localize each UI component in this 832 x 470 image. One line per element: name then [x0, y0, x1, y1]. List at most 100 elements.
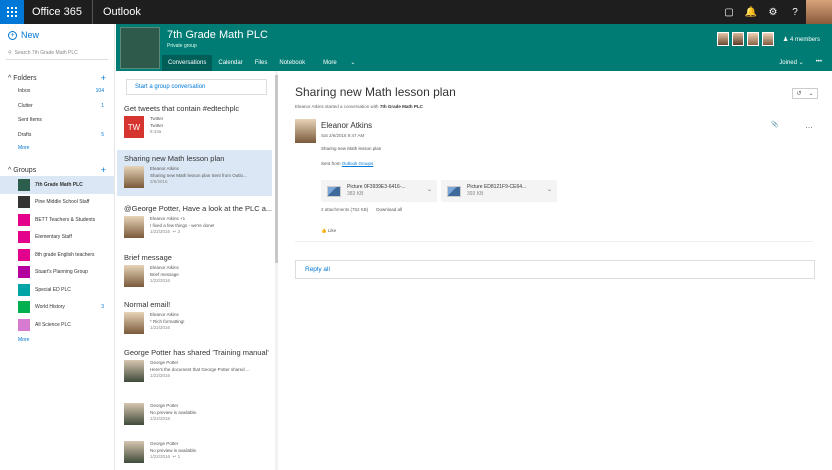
folder-item[interactable]: Sent Items [0, 113, 114, 128]
members[interactable]: ♟ 4 members [716, 32, 820, 46]
group-title: 7th Grade Math PLC [167, 29, 268, 41]
add-folder-icon[interactable]: + [101, 73, 106, 83]
help-icon[interactable]: ? [784, 0, 806, 24]
conversation-date: 1/22/2016 [150, 373, 171, 378]
sender-name[interactable]: Eleanor Atkins [321, 121, 372, 130]
tab-notebook[interactable]: Notebook [273, 55, 311, 71]
sender-avatar [124, 360, 144, 382]
group-item[interactable]: Special ED PLC [0, 281, 114, 299]
skype-icon[interactable]: ▢ [718, 0, 740, 24]
chevron-up-icon: ^ [8, 166, 12, 174]
tab-more[interactable]: More ⌄ [311, 55, 367, 71]
attachment-card[interactable]: Picture ED8121F9-CE64... 393 KB ⌄ [441, 180, 557, 202]
start-conversation-input[interactable]: Start a group conversation [126, 79, 267, 95]
conversation-title: @George Potter, Have a look at the PLC a… [124, 204, 272, 213]
conversation-date: 1/22/2016 [150, 416, 171, 421]
reading-actions[interactable]: ↺ ⌄ [792, 88, 818, 99]
message-date: Sat 2/6/2016 9:47 AM [321, 133, 365, 138]
list-scrollbar[interactable] [275, 71, 278, 470]
reply-all-box[interactable]: Reply all [295, 260, 815, 279]
app-launcher-icon[interactable] [0, 0, 24, 24]
new-button[interactable]: + New [0, 24, 114, 46]
gear-icon[interactable]: ⚙ [762, 0, 784, 24]
search-input[interactable]: ⚲ Search 7th Grade Math PLC [6, 46, 108, 60]
like-button[interactable]: 👍 Like [321, 228, 336, 234]
conversation-item[interactable]: George Potter No preview is available. 1/2… [124, 400, 272, 425]
add-group-icon[interactable]: + [101, 165, 106, 175]
reply-count-icon: ↩ [172, 229, 177, 234]
sender-avatar [124, 265, 144, 287]
group-icon [18, 248, 30, 261]
conversation-title: Get tweets that contain #edtechplc [124, 104, 240, 113]
group-icon [18, 178, 30, 191]
sender-avatar [124, 312, 144, 334]
download-all-link[interactable]: Download all [376, 207, 402, 212]
conversation-date: 1/22/2016 [150, 278, 171, 283]
conversation-date: 9:43a [150, 129, 162, 134]
group-item[interactable]: World History 3 [0, 299, 114, 317]
member-avatar [761, 32, 774, 46]
conversation-item[interactable]: George Potter No preview is available. 1/2… [124, 438, 272, 463]
chevron-down-icon[interactable]: ⌄ [427, 186, 432, 193]
tab-calendar[interactable]: Calendar [212, 55, 248, 71]
plus-icon: + [8, 30, 17, 40]
group-icon [18, 283, 30, 296]
sender-avatar [124, 166, 144, 188]
sender-avatar [295, 119, 316, 143]
conversation-title: Brief message [124, 253, 172, 262]
avatar[interactable] [806, 0, 832, 24]
group-image [120, 27, 160, 69]
conversation-started: Eleanor Atkins started a conversation wi… [295, 104, 423, 109]
conversation-item[interactable]: Get tweets that contain #edtechplc TW Twit… [124, 104, 272, 138]
folder-item[interactable]: Clutter 1 [0, 99, 114, 114]
conversation-date: 1/22/2016 [150, 229, 171, 234]
groups-more-link[interactable]: More [0, 334, 114, 346]
folder-item[interactable]: Drafts 5 [0, 128, 114, 143]
group-item[interactable]: All Science PLC [0, 316, 114, 334]
chevron-down-icon: ⌄ [798, 60, 804, 66]
conversation-item[interactable]: @George Potter, Have a look at the PLC a… [124, 204, 272, 238]
conversation-item[interactable]: Sharing new Math lesson plan Eleanor Atki… [117, 150, 272, 196]
tab-files[interactable]: Files [249, 55, 274, 71]
group-icon [18, 318, 30, 331]
group-item[interactable]: Pine Middle School Staff [0, 194, 114, 212]
folder-item[interactable]: Inbox 104 [0, 84, 114, 99]
conversation-title: Sharing new Math lesson plan [124, 154, 225, 163]
bell-icon[interactable]: 🔔 [740, 0, 762, 24]
member-count: ♟ 4 members [782, 36, 820, 43]
attachment-card[interactable]: Picture 0F3939E3-6416-... 383 KB ⌄ [321, 180, 437, 202]
thumbs-up-icon: 👍 [321, 228, 327, 233]
outlook-groups-link[interactable]: Outlook Groups [342, 161, 374, 166]
conversation-item[interactable]: Brief message Eleanor Atkins Brief message… [124, 253, 272, 287]
tab-conversations[interactable]: Conversations [162, 55, 213, 71]
conversation-date: 1/22/2016 [150, 454, 171, 459]
conversation-item[interactable]: George Potter has shared 'Training manua… [124, 348, 272, 382]
conversation-date: 2/6/2016 [150, 179, 168, 184]
chevron-down-icon: ⌄ [350, 60, 356, 66]
joined-dropdown[interactable]: Joined ⌄ [779, 59, 803, 66]
group-item[interactable]: BETT Teachers & Students [0, 211, 114, 229]
sender-avatar [124, 403, 144, 425]
more-options-icon[interactable]: ••• [816, 59, 822, 66]
conversation-item[interactable]: Normal email! Eleanor Atkins * Rich format… [124, 300, 272, 334]
reply-icon[interactable]: ↺ [796, 90, 801, 97]
group-item[interactable]: 7th Grade Math PLC [0, 176, 114, 194]
group-item[interactable]: Elementary Staff [0, 229, 114, 247]
brand-label[interactable]: Office 365 [24, 0, 93, 24]
sent-from: Sent from Outlook Groups [321, 161, 374, 166]
group-icon [18, 196, 30, 209]
twitter-avatar: TW [124, 116, 144, 138]
sender-avatar [124, 441, 144, 463]
group-item[interactable]: Stuart's Planning Group [0, 264, 114, 282]
chevron-down-icon[interactable]: ⌄ [808, 90, 813, 97]
groups-header[interactable]: ^ Groups + [0, 164, 114, 176]
chevron-up-icon: ^ [8, 74, 12, 82]
member-avatar [746, 32, 759, 46]
chevron-down-icon[interactable]: ⌄ [547, 186, 552, 193]
message-body: Sharing new Math lesson plan [321, 146, 382, 151]
folders-more-link[interactable]: More [0, 142, 114, 154]
conversation-title: George Potter has shared 'Training manua… [124, 348, 269, 357]
group-item[interactable]: 8th grade English teachers [0, 246, 114, 264]
message-more-icon[interactable]: … [805, 121, 813, 130]
folders-header[interactable]: ^ Folders + [0, 72, 114, 84]
